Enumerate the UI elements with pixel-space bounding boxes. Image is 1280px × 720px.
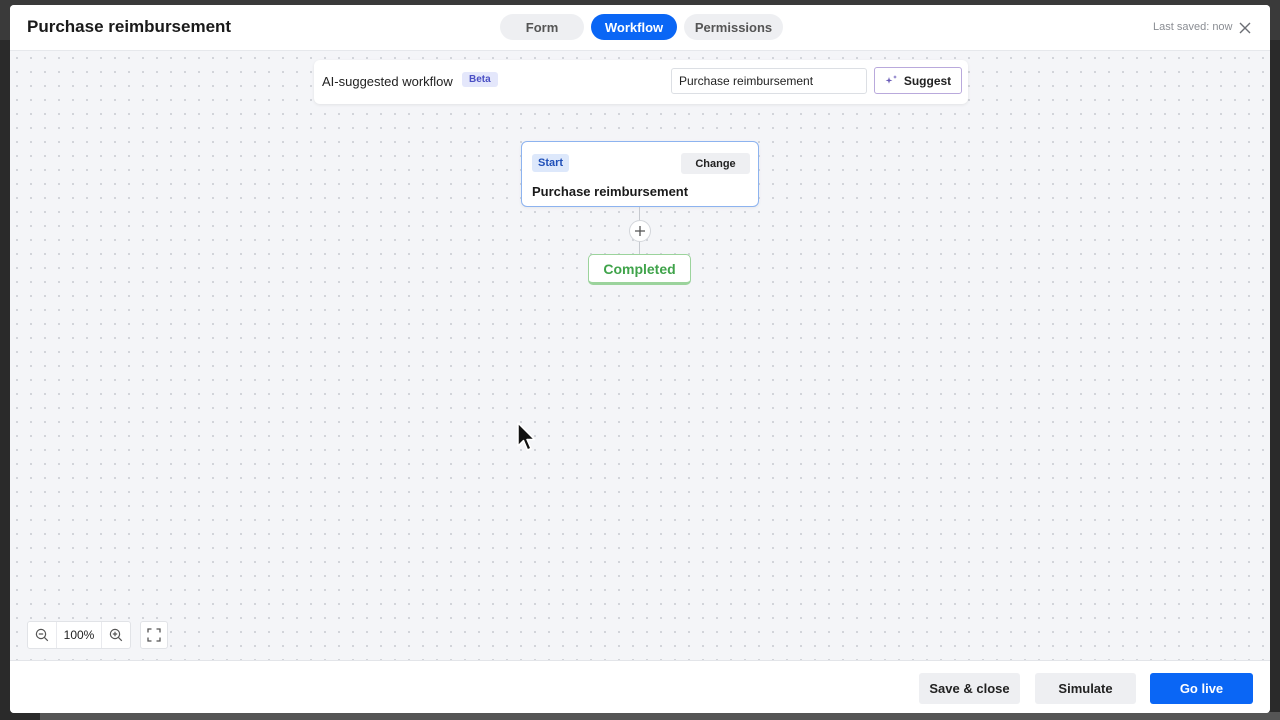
fit-screen-icon — [147, 628, 161, 642]
tab-workflow[interactable]: Workflow — [591, 14, 677, 40]
beta-badge: Beta — [462, 72, 498, 87]
zoom-out-icon — [35, 628, 49, 642]
zoom-in-icon — [109, 628, 123, 642]
suggest-button[interactable]: Suggest — [874, 67, 962, 94]
background-window-bottom — [40, 712, 1280, 720]
fit-screen-button[interactable] — [140, 621, 168, 649]
connector-line — [639, 207, 640, 221]
save-close-button[interactable]: Save & close — [919, 673, 1020, 704]
editor-header: Purchase reimbursement Form Workflow Per… — [10, 5, 1270, 51]
cursor-icon — [517, 422, 536, 451]
tab-form[interactable]: Form — [500, 14, 584, 40]
add-step-button[interactable] — [629, 220, 651, 242]
simulate-button[interactable]: Simulate — [1035, 673, 1136, 704]
workflow-prompt-input[interactable] — [671, 68, 867, 94]
sparkle-icon — [885, 75, 897, 84]
close-icon[interactable] — [1238, 21, 1252, 35]
change-button[interactable]: Change — [681, 153, 750, 174]
start-node-title: Purchase reimbursement — [532, 184, 689, 199]
page-title: Purchase reimbursement — [27, 17, 232, 36]
last-saved-status: Last saved: now — [1153, 21, 1233, 33]
view-tabs: Form Workflow Permissions — [500, 14, 783, 40]
zoom-controls: 100% — [27, 621, 131, 649]
go-live-button[interactable]: Go live — [1150, 673, 1253, 704]
completed-node[interactable]: Completed — [588, 254, 691, 285]
tab-permissions[interactable]: Permissions — [684, 14, 783, 40]
ai-suggest-bar: AI-suggested workflow Beta Suggest — [314, 60, 968, 104]
start-node[interactable]: Start Change Purchase reimbursement — [521, 141, 759, 207]
zoom-in-button[interactable] — [102, 622, 130, 648]
workflow-canvas[interactable]: AI-suggested workflow Beta Suggest Start… — [10, 51, 1270, 660]
zoom-out-button[interactable] — [28, 622, 56, 648]
plus-icon — [635, 226, 645, 236]
start-badge: Start — [532, 154, 570, 172]
ai-suggest-label: AI-suggested workflow — [322, 74, 453, 89]
editor-footer: Save & close Simulate Go live — [10, 660, 1270, 713]
workflow-editor-modal: Purchase reimbursement Form Workflow Per… — [10, 5, 1270, 713]
zoom-level: 100% — [56, 622, 102, 648]
suggest-label: Suggest — [903, 73, 952, 88]
